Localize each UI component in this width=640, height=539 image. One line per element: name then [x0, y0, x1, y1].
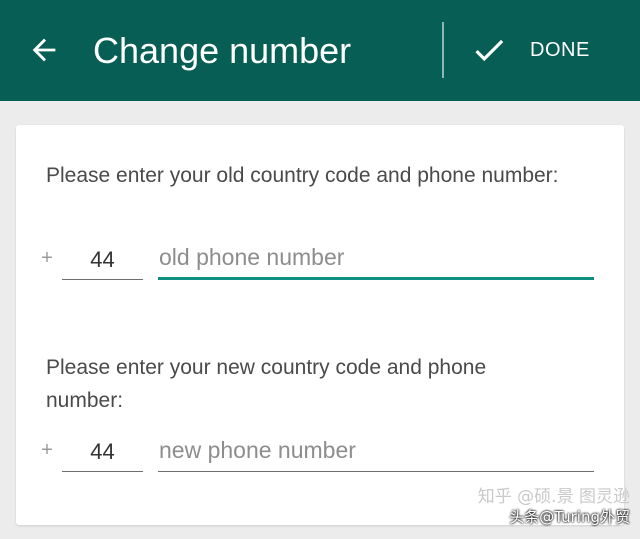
new-country-code-input[interactable] [62, 432, 143, 472]
done-label: DONE [530, 38, 590, 61]
back-button[interactable] [22, 28, 66, 72]
watermark-line-2: 头条@Turing外贸 [509, 508, 630, 526]
arrow-back-icon [32, 38, 56, 62]
done-button[interactable]: DONE [470, 24, 610, 76]
old-number-prompt: Please enter your old country code and p… [46, 164, 559, 187]
new-number-prompt: Please enter your new country code and p… [46, 356, 487, 412]
new-phone-number-input[interactable] [158, 430, 594, 472]
watermark-line-1: 知乎 @硕.景 图灵逊 [477, 487, 630, 507]
check-icon [470, 31, 508, 69]
old-plus-sign: + [41, 247, 53, 269]
change-number-card: Please enter your old country code and p… [16, 125, 624, 525]
app-bar: Change number DONE [0, 0, 640, 101]
watermark: 知乎 @硕.景 图灵逊 头条@Turing外贸 [478, 487, 630, 527]
appbar-divider [442, 22, 444, 78]
old-country-code-input[interactable] [62, 240, 143, 280]
new-plus-sign: + [41, 439, 53, 461]
old-phone-number-input[interactable] [158, 238, 594, 280]
page-title: Change number [93, 30, 352, 71]
